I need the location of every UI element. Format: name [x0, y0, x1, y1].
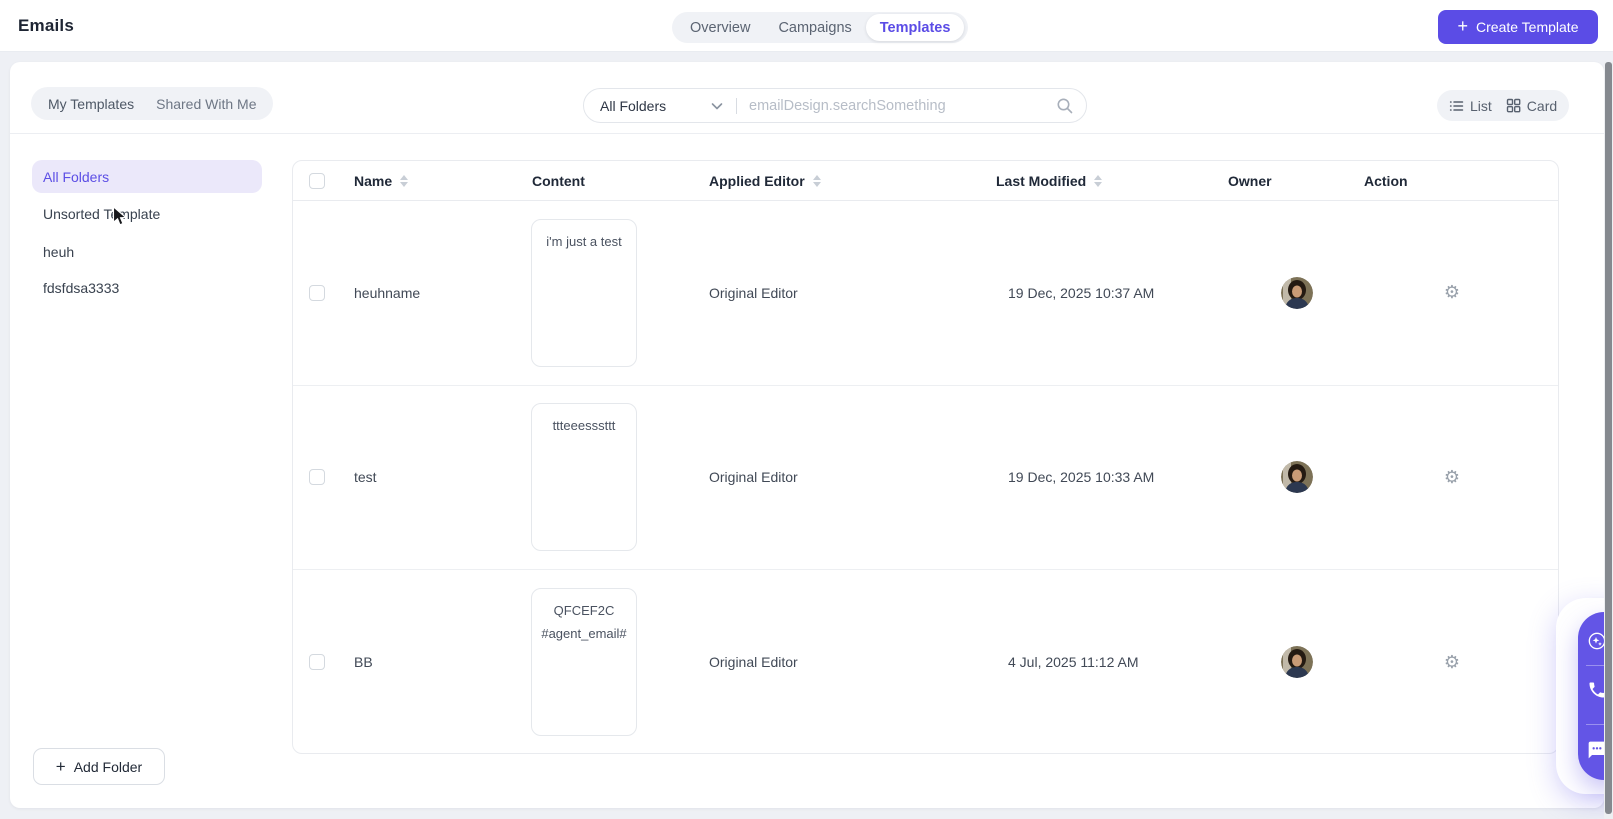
tab-my-templates[interactable]: My Templates	[37, 96, 145, 112]
view-toggle: List Card	[1437, 90, 1570, 121]
applied-editor-value: Original Editor	[709, 654, 798, 671]
tab-campaigns[interactable]: Campaigns	[764, 14, 865, 41]
header-nav-tabs: Overview Campaigns Templates	[672, 12, 969, 43]
toolbar-divider	[10, 133, 1604, 134]
app-header: Emails Overview Campaigns Templates + Cr…	[0, 0, 1613, 52]
template-content-preview: ttteeesssttt	[531, 403, 637, 552]
sort-applied-editor-icon[interactable]	[812, 174, 821, 187]
owner-avatar	[1281, 461, 1313, 494]
last-modified-value: 19 Dec, 2025 10:33 AM	[1008, 469, 1155, 486]
search-icon[interactable]	[1056, 97, 1074, 115]
chevron-down-icon	[711, 102, 723, 109]
scrollbar-thumb[interactable]	[1605, 62, 1612, 814]
owner-avatar	[1281, 646, 1313, 679]
select-all-checkbox[interactable]	[309, 172, 325, 189]
sidebar-item-heuh[interactable]: heuh	[32, 235, 262, 268]
search-bar: All Folders	[583, 88, 1087, 123]
column-header-last-modified: Last Modified	[996, 172, 1087, 189]
template-content-preview: i'm just a test	[531, 218, 637, 367]
sort-name-icon[interactable]	[400, 174, 409, 187]
owner-avatar	[1281, 276, 1313, 309]
view-list-button[interactable]: List	[1449, 98, 1492, 114]
tab-shared-with-me[interactable]: Shared With Me	[145, 96, 267, 112]
template-name: BB	[354, 654, 373, 671]
row-settings-gear-icon[interactable]: ⚙	[1437, 462, 1467, 492]
sidebar-item-unsorted-template[interactable]: Unsorted Template	[32, 197, 262, 230]
row-checkbox[interactable]	[309, 284, 325, 301]
page-title: Emails	[18, 16, 75, 35]
add-folder-button[interactable]: + Add Folder	[33, 748, 165, 785]
table-row: heuhname i'm just a test Original Editor…	[293, 201, 1558, 386]
vertical-scrollbar	[1604, 62, 1613, 819]
sort-last-modified-icon[interactable]	[1094, 174, 1103, 187]
column-header-content: Content	[532, 172, 585, 189]
table-header-row: Name Content Applied Editor Last Modifie…	[293, 161, 1558, 201]
list-icon	[1449, 100, 1464, 111]
view-card-label: Card	[1526, 97, 1558, 114]
row-settings-gear-icon[interactable]: ⚙	[1437, 278, 1467, 308]
tab-templates[interactable]: Templates	[865, 14, 965, 41]
create-template-label: Create Template	[1476, 19, 1579, 35]
table-row: test ttteeesssttt Original Editor 19 Dec…	[293, 386, 1558, 571]
search-input[interactable]	[737, 97, 1056, 114]
sidebar-item-all-folders[interactable]: All Folders	[32, 160, 262, 193]
tab-overview[interactable]: Overview	[676, 14, 764, 41]
last-modified-value: 4 Jul, 2025 11:12 AM	[1008, 654, 1139, 671]
template-name: test	[354, 469, 377, 486]
add-folder-label: Add Folder	[73, 758, 143, 775]
plus-icon: +	[55, 756, 66, 776]
column-header-action: Action	[1364, 172, 1408, 189]
folder-filter-dropdown[interactable]: All Folders	[584, 98, 736, 114]
row-settings-gear-icon[interactable]: ⚙	[1437, 647, 1467, 677]
templates-panel: My Templates Shared With Me All Folders …	[10, 62, 1604, 808]
column-header-owner: Owner	[1228, 172, 1272, 189]
scope-tabs: My Templates Shared With Me	[31, 87, 274, 120]
column-header-name: Name	[354, 172, 393, 189]
template-content-preview: QFCEF2C #agent_email#	[531, 588, 637, 737]
create-template-button[interactable]: + Create Template	[1438, 10, 1598, 44]
folder-filter-value: All Folders	[600, 97, 667, 114]
template-name: heuhname	[354, 284, 421, 301]
sidebar-item-fdsfdsa3333[interactable]: fdsfdsa3333	[32, 271, 262, 304]
plus-icon: +	[1457, 16, 1469, 36]
applied-editor-value: Original Editor	[709, 284, 798, 301]
view-card-button[interactable]: Card	[1506, 98, 1557, 114]
row-checkbox[interactable]	[309, 469, 325, 486]
grid-icon	[1506, 98, 1521, 113]
table-row: BB QFCEF2C #agent_email# Original Editor…	[293, 570, 1558, 755]
row-checkbox[interactable]	[309, 654, 325, 671]
templates-table: Name Content Applied Editor Last Modifie…	[292, 160, 1559, 754]
applied-editor-value: Original Editor	[709, 469, 798, 486]
emails-templates-page: Emails Overview Campaigns Templates + Cr…	[0, 0, 1613, 819]
view-list-label: List	[1470, 97, 1492, 114]
last-modified-value: 19 Dec, 2025 10:37 AM	[1008, 284, 1155, 301]
column-header-applied-editor: Applied Editor	[709, 172, 805, 189]
